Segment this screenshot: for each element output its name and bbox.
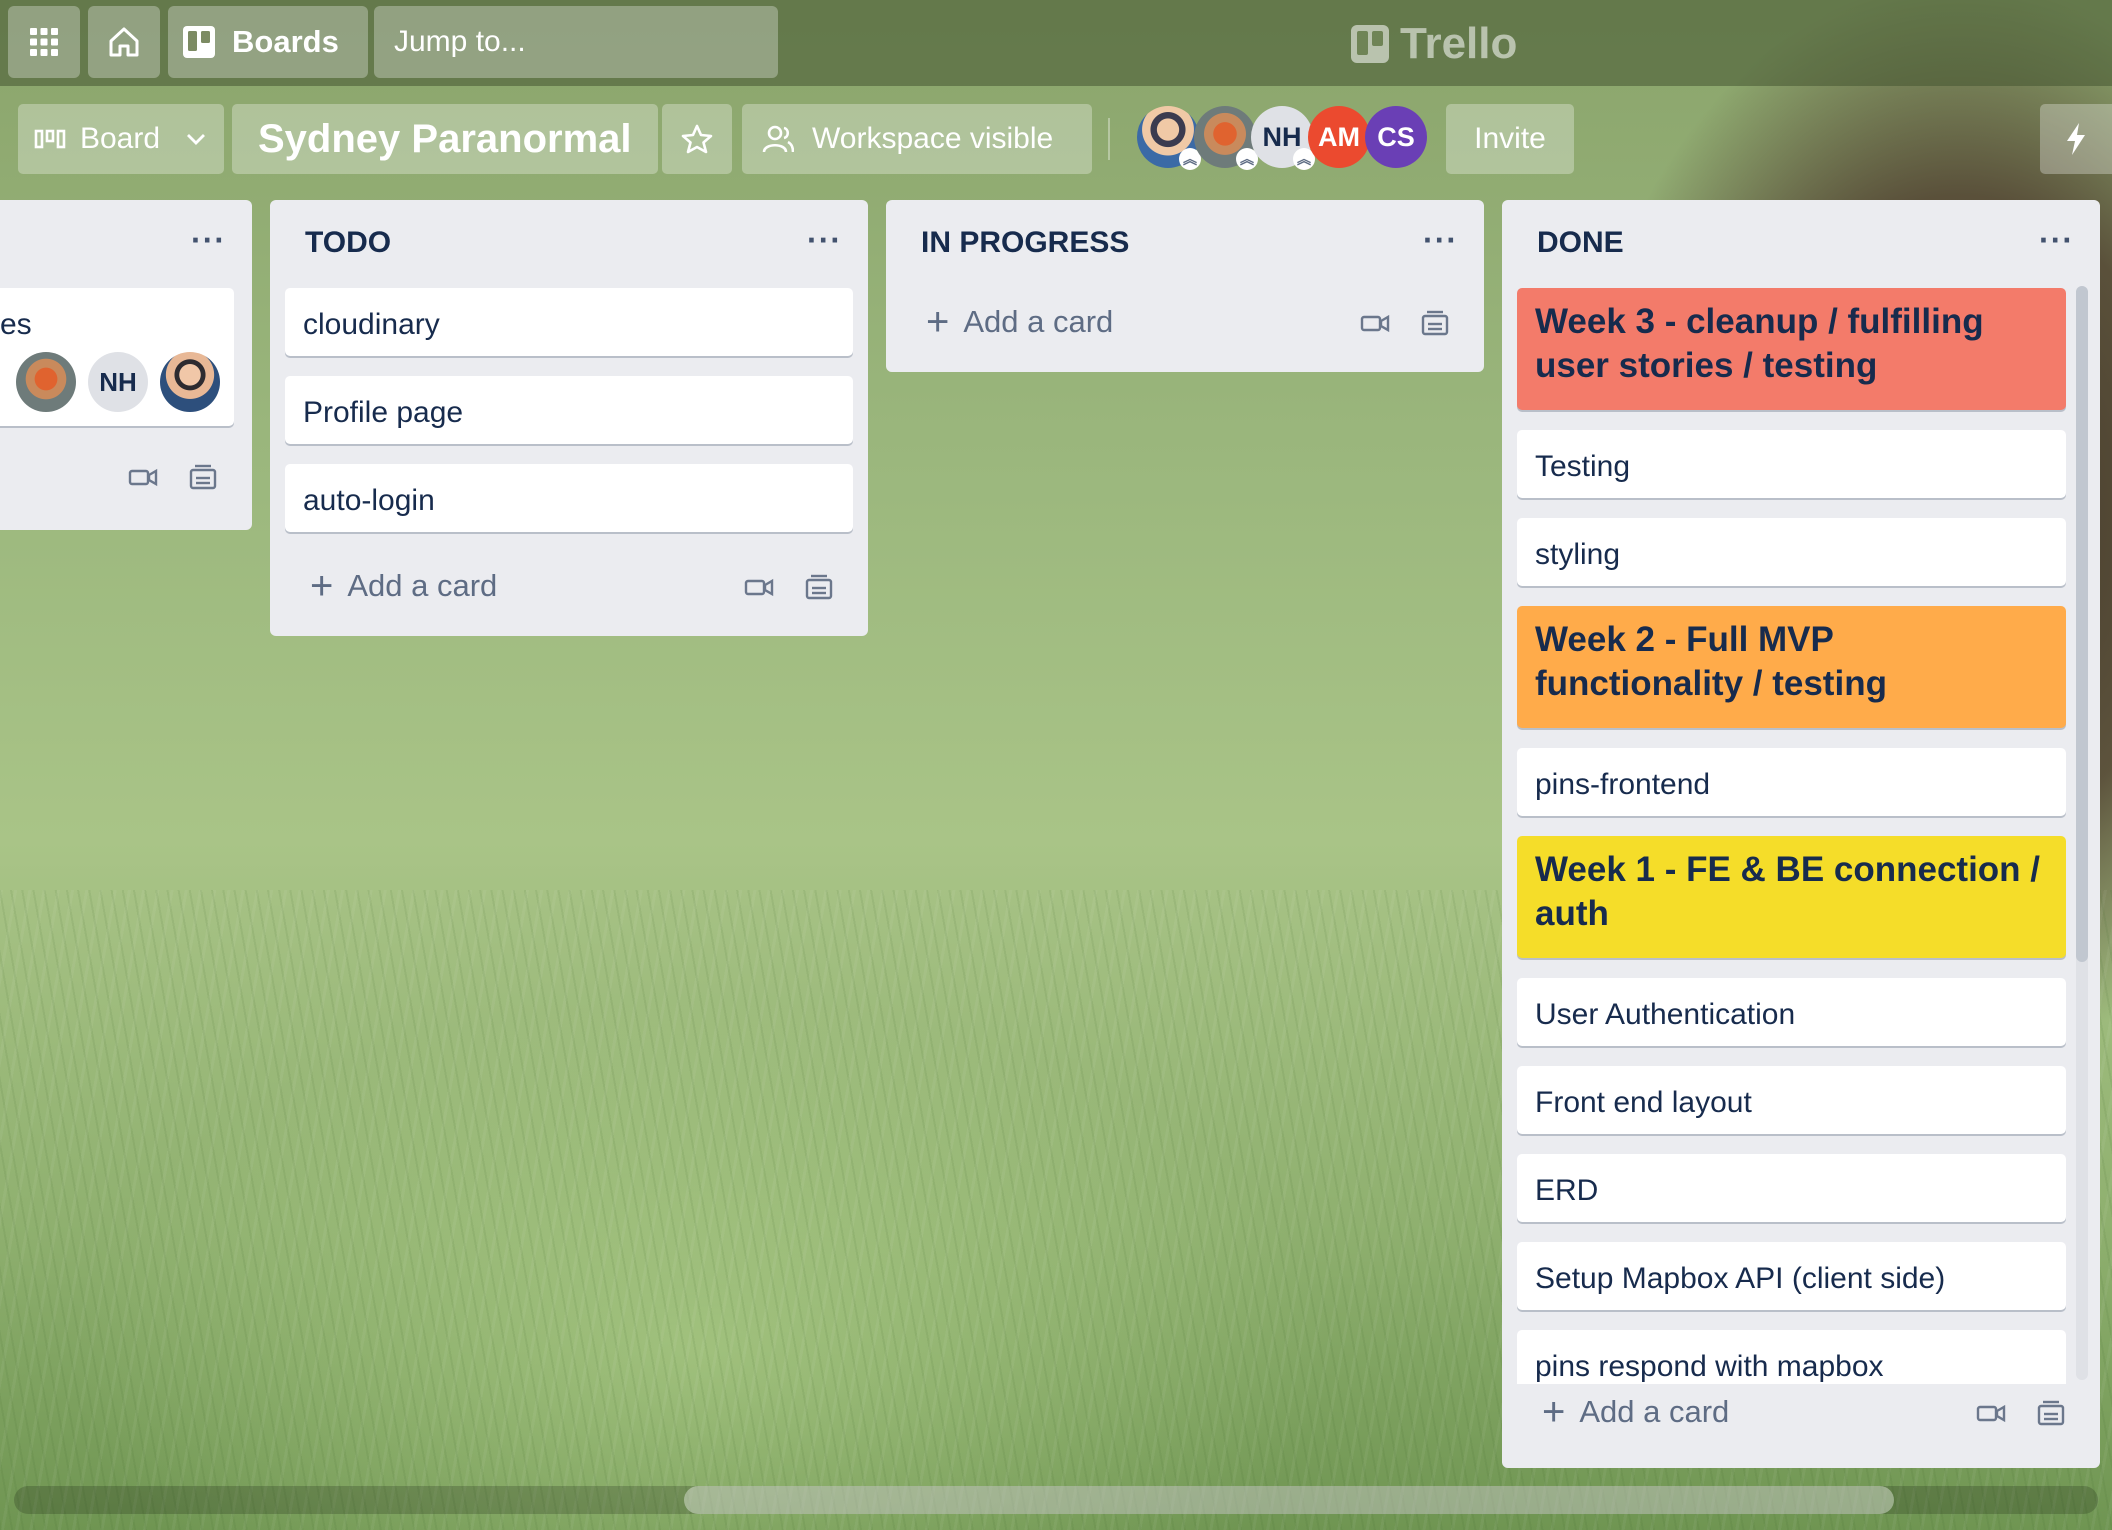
card[interactable]: Testing (1517, 430, 2066, 498)
list-menu-button[interactable]: ··· (191, 222, 226, 259)
done-cards-scroll[interactable]: Week 3 - cleanup / fulfilling user stori… (1502, 286, 2100, 1384)
list-title[interactable]: IN PROGRESS (921, 226, 1129, 260)
template-icon[interactable] (1420, 310, 1450, 343)
label-card-week1[interactable]: Week 1 - FE & BE connection / auth (1517, 836, 2066, 958)
grid-icon (30, 28, 58, 56)
plus-icon: + (926, 300, 950, 344)
list-in-progress: IN PROGRESS ··· + Add a card (886, 200, 1484, 372)
members-icon (762, 125, 794, 153)
plus-icon: + (310, 564, 334, 608)
card-title: es (0, 308, 32, 341)
add-card-button[interactable]: + Add a card (926, 300, 1113, 344)
visibility-button[interactable]: Workspace visible (742, 104, 1092, 174)
member-avatar-nh[interactable]: NH ︽ (1251, 106, 1315, 170)
card-member-avatar[interactable] (160, 352, 220, 412)
list-title[interactable]: DONE (1537, 226, 1624, 260)
card[interactable]: Profile page (285, 376, 853, 444)
video-icon[interactable] (1976, 1402, 2006, 1429)
trello-logo[interactable]: Trello (1350, 16, 1517, 72)
lightning-icon (2067, 123, 2085, 155)
video-icon[interactable] (1360, 312, 1390, 339)
apps-switcher-button[interactable] (8, 6, 80, 78)
template-icon[interactable] (2036, 1400, 2066, 1433)
video-icon[interactable] (744, 576, 774, 603)
card[interactable]: auto-login (285, 464, 853, 532)
board-view-icon (34, 129, 66, 149)
card[interactable]: Setup Mapbox API (client side) (1517, 1242, 2066, 1310)
chevron-down-icon (187, 134, 205, 145)
view-switcher-button[interactable]: Board (18, 104, 224, 174)
boards-label: Boards (232, 24, 339, 59)
template-icon[interactable] (804, 574, 834, 607)
plus-icon: + (1542, 1390, 1566, 1434)
member-avatar[interactable]: ︽ (1194, 106, 1258, 170)
member-avatar-am[interactable]: AM (1308, 106, 1370, 168)
video-icon[interactable] (128, 466, 158, 493)
visibility-label: Workspace visible (812, 122, 1054, 155)
member-avatar[interactable]: ︽ (1137, 106, 1201, 170)
search-bar[interactable] (374, 6, 782, 78)
header-divider (1108, 118, 1110, 160)
list-menu-button[interactable]: ··· (1423, 222, 1458, 259)
card[interactable]: User Authentication (1517, 978, 2066, 1046)
card[interactable]: pins respond with mapbox (1517, 1330, 2066, 1384)
member-avatar-cs[interactable]: CS (1365, 106, 1427, 168)
add-card-button[interactable]: + Add a card (1542, 1390, 1729, 1434)
star-button[interactable] (662, 104, 732, 174)
list-menu-button[interactable]: ··· (2039, 222, 2074, 259)
list-done: DONE ··· Week 3 - cleanup / fulfilling u… (1502, 200, 2100, 1468)
star-icon (681, 124, 713, 154)
list-title[interactable]: TODO (305, 226, 391, 260)
list-partial: ··· es NH (0, 200, 252, 530)
board-horizontal-scrollbar-thumb[interactable] (684, 1486, 1894, 1514)
label-card-week2[interactable]: Week 2 - Full MVP functionality / testin… (1517, 606, 2066, 728)
trello-logo-icon (1351, 25, 1389, 63)
card[interactable]: pins-frontend (1517, 748, 2066, 816)
card[interactable]: es NH (0, 288, 234, 426)
board-icon (183, 26, 215, 58)
invite-button[interactable]: Invite (1446, 104, 1574, 174)
done-list-scrollbar-thumb[interactable] (2076, 286, 2088, 962)
add-card-button[interactable]: + Add a card (310, 564, 497, 608)
label-card-week3[interactable]: Week 3 - cleanup / fulfilling user stori… (1517, 288, 2066, 410)
card[interactable]: cloudinary (285, 288, 853, 356)
template-icon[interactable] (188, 464, 218, 497)
search-input[interactable] (392, 24, 782, 60)
logo-text: Trello (1400, 19, 1518, 68)
board-title[interactable]: Sydney Paranormal (232, 104, 658, 174)
home-icon (109, 27, 139, 57)
card[interactable]: styling (1517, 518, 2066, 586)
view-label: Board (79, 122, 161, 155)
card-member-avatar[interactable] (16, 352, 76, 412)
card-member-avatar-nh[interactable]: NH (88, 352, 148, 412)
card[interactable]: ERD (1517, 1154, 2066, 1222)
list-menu-button[interactable]: ··· (807, 222, 842, 259)
automation-button[interactable] (2040, 104, 2112, 174)
home-button[interactable] (88, 6, 160, 78)
card[interactable]: Front end layout (1517, 1066, 2066, 1134)
boards-button[interactable]: Boards (168, 6, 368, 78)
list-todo: TODO ··· cloudinary Profile page auto-lo… (270, 200, 868, 636)
